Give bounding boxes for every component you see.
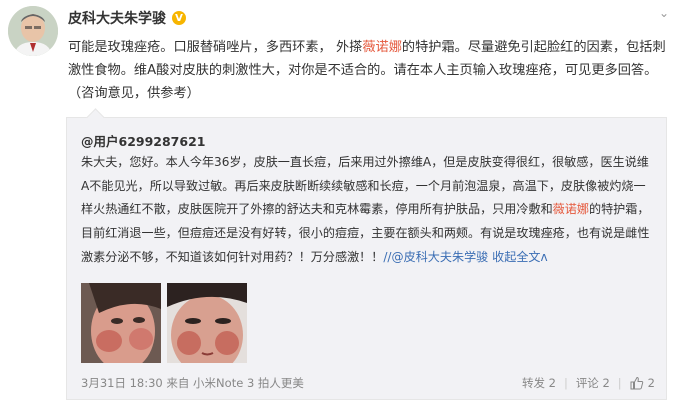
comment-label: 评论 2 bbox=[575, 376, 610, 390]
verified-badge-icon: V bbox=[172, 11, 186, 25]
avatar[interactable] bbox=[8, 6, 58, 56]
topic-link[interactable]: 薇诺娜 bbox=[362, 40, 402, 55]
repost-author[interactable]: @用户6299287621 bbox=[81, 131, 205, 150]
divider: | bbox=[563, 376, 568, 390]
repost-pointer bbox=[86, 108, 105, 127]
collapse-text-link[interactable]: 收起全文 bbox=[492, 250, 540, 264]
like-button[interactable]: 2 bbox=[630, 376, 655, 390]
topic-link[interactable]: 薇诺娜 bbox=[553, 202, 589, 216]
post-text: 可能是玫瑰痤疮。口服替硝唑片，多西环素， 外搽薇诺娜的特护霜。尽量避免引起脸红的… bbox=[68, 40, 666, 101]
author-name[interactable]: 皮科大夫朱学骏 bbox=[68, 8, 166, 28]
repost-card: @用户6299287621 朱大夫，您好。本人今年36岁，皮肤一直长痘，后来用过… bbox=[66, 108, 667, 400]
photo-gallery bbox=[81, 283, 247, 363]
photo-thumbnail[interactable] bbox=[81, 283, 161, 363]
post-time[interactable]: 3月31日 18:30 bbox=[81, 376, 163, 390]
thumbs-up-icon bbox=[630, 376, 643, 390]
mention-link[interactable]: //@皮科大夫朱学骏 bbox=[383, 250, 488, 264]
comment-button[interactable]: 评论 2 bbox=[576, 375, 610, 391]
repost-label: 转发 2 bbox=[521, 376, 556, 390]
repost-button[interactable]: 转发 2 bbox=[522, 375, 556, 391]
chevron-down-icon[interactable]: ⌄ bbox=[659, 6, 669, 20]
divider: | bbox=[617, 376, 622, 390]
action-bar: 转发 2 | 评论 2 | 2 bbox=[522, 375, 655, 391]
post-header: 皮科大夫朱学骏 V bbox=[68, 8, 186, 28]
post-source: 来自 小米Note 3 拍人更美 bbox=[166, 376, 304, 390]
repost-text: 朱大夫，您好。本人今年36岁，皮肤一直长痘，后来用过外擦维A，但是皮肤变得很红，… bbox=[81, 155, 650, 264]
chevron-up-icon[interactable]: ʌ bbox=[541, 250, 548, 264]
photo-thumbnail[interactable] bbox=[167, 283, 247, 363]
post-meta: 3月31日 18:30 来自 小米Note 3 拍人更美 bbox=[81, 375, 304, 391]
like-count: 2 bbox=[647, 376, 655, 390]
